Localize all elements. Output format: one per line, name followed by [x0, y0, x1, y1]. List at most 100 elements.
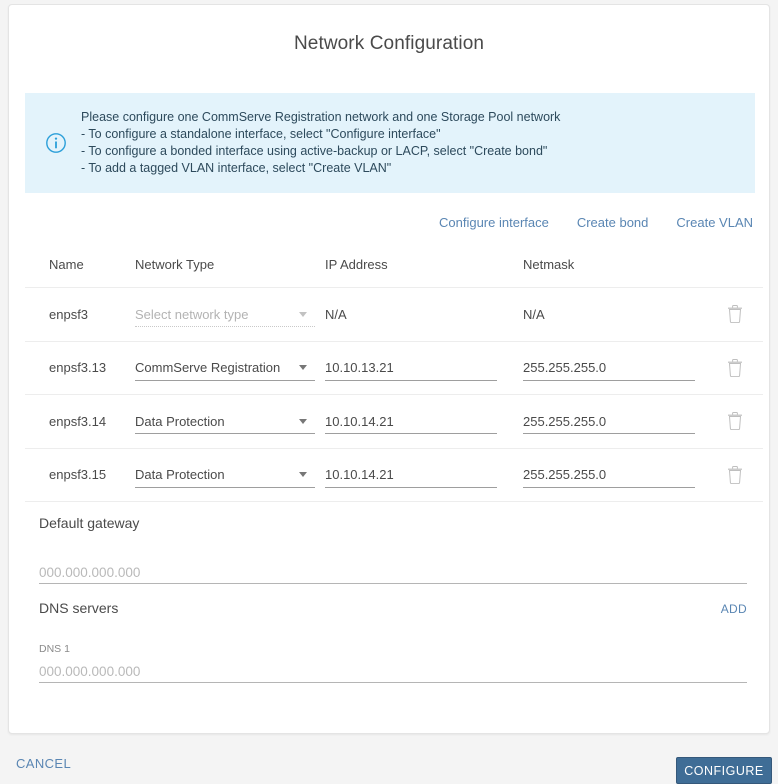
column-header-network-type: Network Type [135, 257, 215, 272]
ip-address-field [325, 462, 497, 488]
netmask-underline [523, 379, 695, 381]
select-underline [135, 326, 315, 328]
info-banner-text: Please configure one CommServe Registrat… [81, 109, 560, 177]
network-type-cell: Data Protection [135, 449, 315, 502]
configure-button[interactable]: CONFIGURE [676, 757, 772, 784]
configure-interface-link[interactable]: Configure interface [439, 215, 549, 230]
column-header-netmask: Netmask [523, 257, 575, 272]
ip-address-input[interactable] [325, 413, 497, 429]
ip-address-underline [325, 379, 497, 381]
ip-address-cell [325, 342, 497, 395]
column-header-ip-address: IP Address [325, 257, 388, 272]
interface-name: enpsf3.14 [49, 413, 107, 429]
trash-icon[interactable] [727, 305, 743, 324]
network-type-cell: CommServe Registration [135, 342, 315, 395]
chevron-down-icon [299, 311, 307, 317]
add-dns-button[interactable]: ADD [721, 602, 747, 616]
netmask-input[interactable] [523, 467, 695, 483]
select-underline [135, 379, 315, 381]
delete-row-button[interactable] [720, 395, 750, 448]
netmask-cell [523, 395, 695, 448]
interface-name: enpsf3.13 [49, 360, 107, 376]
delete-row-button[interactable] [720, 449, 750, 502]
table-body: enpsf3 Select network type N/A N/A enpsf3.13… [25, 287, 763, 502]
netmask-value: N/A [523, 306, 545, 322]
ip-address-underline [325, 486, 497, 488]
default-gateway-label: Default gateway [39, 515, 140, 531]
chevron-down-icon [299, 472, 307, 478]
network-type-select[interactable]: Data Protection [135, 462, 315, 488]
network-type-value: CommServe Registration [135, 360, 281, 376]
interface-name: enpsf3 [49, 306, 89, 322]
create-vlan-link[interactable]: Create VLAN [676, 215, 753, 230]
ip-address-field [325, 355, 497, 381]
netmask-underline [523, 486, 695, 488]
chevron-down-icon [299, 418, 307, 424]
default-gateway-section: Default gateway [39, 515, 747, 531]
table-actions: Configure interface Create bond Create V… [439, 215, 753, 230]
interface-name: enpsf3.15 [49, 467, 107, 483]
info-banner: Please configure one CommServe Registrat… [25, 93, 755, 193]
table-row: enpsf3.15 Data Protection [25, 447, 763, 502]
default-gateway-field [39, 558, 747, 584]
trash-icon[interactable] [727, 358, 743, 377]
network-type-value: Data Protection [135, 413, 225, 429]
network-type-select[interactable]: Data Protection [135, 408, 315, 435]
network-type-cell: Select network type [135, 288, 315, 341]
table-row: enpsf3.13 CommServe Registration [25, 340, 763, 395]
dns-servers-section: DNS servers ADD [39, 600, 747, 616]
network-type-cell: Data Protection [135, 395, 315, 448]
dns-1-underline [39, 682, 747, 683]
dns-entry-1: DNS 1 [39, 643, 747, 683]
select-underline [135, 433, 315, 435]
select-underline [135, 486, 315, 488]
netmask-field [523, 408, 695, 435]
column-header-name: Name [49, 257, 84, 272]
ip-address-input[interactable] [325, 360, 497, 376]
cancel-button[interactable]: CANCEL [12, 750, 75, 777]
ip-address-field [325, 408, 497, 435]
table-row: enpsf3.14 Data Protection [25, 394, 763, 448]
page-title: Network Configuration [293, 33, 485, 54]
info-circle-icon [46, 133, 66, 153]
ip-address-cell: N/A [325, 288, 497, 341]
delete-row-button[interactable] [720, 288, 750, 341]
ip-address-cell [325, 395, 497, 448]
ip-address-value: N/A [325, 306, 347, 322]
info-line-3: - To add a tagged VLAN interface, select… [81, 161, 392, 175]
netmask-underline [523, 433, 695, 435]
dialog-card: Network Configuration Please configure o… [8, 4, 770, 734]
create-bond-link[interactable]: Create bond [577, 215, 649, 230]
network-type-select: Select network type [135, 301, 315, 328]
ip-address-input[interactable] [325, 467, 497, 483]
network-configuration-dialog-screen: Network Configuration Please configure o… [0, 0, 778, 784]
interfaces-table: Name Network Type IP Address Netmask enp… [25, 245, 763, 502]
netmask-field [523, 462, 695, 488]
netmask-cell [523, 449, 695, 502]
netmask-input[interactable] [523, 360, 695, 376]
trash-icon[interactable] [727, 465, 743, 484]
table-header-row: Name Network Type IP Address Netmask [25, 245, 763, 287]
default-gateway-input[interactable] [39, 565, 747, 584]
chevron-down-icon [299, 365, 307, 371]
info-line-0: Please configure one CommServe Registrat… [81, 110, 561, 124]
netmask-input[interactable] [523, 413, 695, 429]
network-type-select[interactable]: CommServe Registration [135, 355, 315, 381]
delete-row-button[interactable] [720, 342, 750, 395]
trash-icon[interactable] [727, 412, 743, 431]
netmask-cell: N/A [523, 288, 695, 341]
info-line-2: - To configure a bonded interface using … [81, 144, 548, 158]
network-type-value: Data Protection [135, 467, 225, 483]
info-line-1: - To configure a standalone interface, s… [81, 127, 441, 141]
netmask-field [523, 355, 695, 381]
dns-1-input[interactable] [39, 664, 747, 683]
network-type-value: Select network type [135, 306, 249, 322]
ip-address-underline [325, 433, 497, 435]
netmask-cell [523, 342, 695, 395]
dialog-footer: CANCEL [0, 744, 778, 784]
default-gateway-underline [39, 583, 747, 584]
table-row: enpsf3 Select network type N/A N/A [25, 287, 763, 341]
dns-servers-label: DNS servers [39, 600, 119, 616]
ip-address-cell [325, 449, 497, 502]
dns-1-label: DNS 1 [39, 643, 70, 655]
